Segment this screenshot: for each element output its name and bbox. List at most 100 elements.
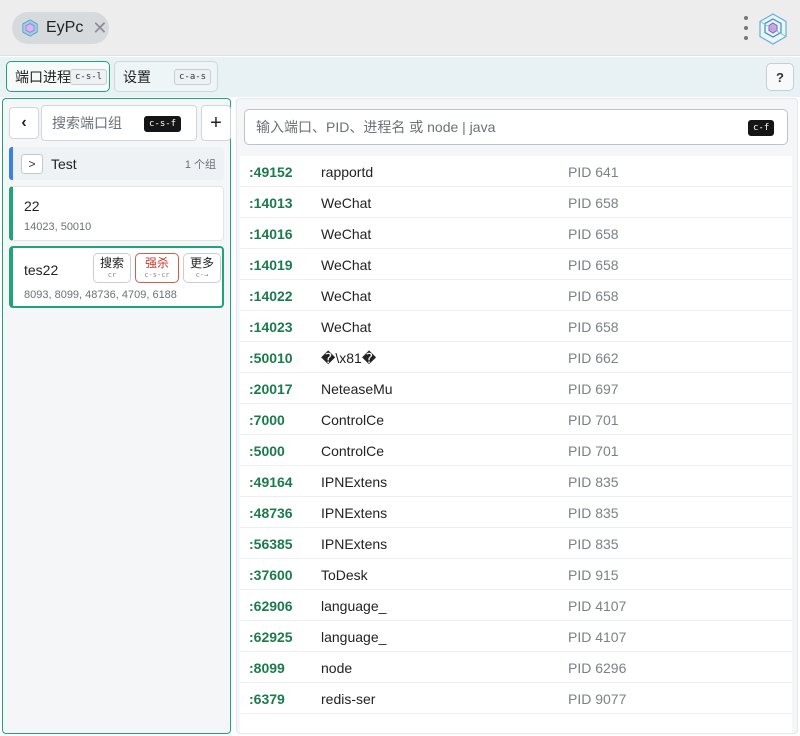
- group-name: tes22: [24, 262, 59, 278]
- port-row[interactable]: :7000 ControlCe PID 701: [240, 404, 792, 435]
- process-name: IPNExtens: [321, 505, 388, 521]
- process-pid: PID 697: [568, 381, 619, 397]
- process-name: language_: [321, 629, 387, 645]
- group-search-box: c-s-f: [41, 105, 197, 141]
- expand-button[interactable]: >: [21, 153, 43, 174]
- more-button[interactable]: 更多 c-→: [183, 253, 221, 283]
- port-row[interactable]: :56385 IPNExtens PID 835: [240, 528, 792, 559]
- process-pid: PID 835: [568, 536, 619, 552]
- group-card[interactable]: 22 14023, 50010: [9, 186, 224, 241]
- port-number: :48736: [249, 505, 293, 521]
- process-pid: PID 658: [568, 195, 619, 211]
- process-name: WeChat: [321, 195, 372, 211]
- process-pid: PID 9077: [568, 691, 627, 707]
- process-name: IPNExtens: [321, 474, 388, 490]
- port-list: :49152 rapportd PID 641 :14013 WeChat PID 658…: [240, 156, 792, 733]
- process-name: NeteaseMu: [321, 381, 393, 397]
- port-row[interactable]: :6379 redis-ser PID 9077: [240, 683, 792, 714]
- process-pid: PID 835: [568, 505, 619, 521]
- port-number: :14013: [249, 195, 293, 211]
- port-number: :62906: [249, 598, 293, 614]
- process-name: IPNExtens: [321, 536, 388, 552]
- port-row[interactable]: :20017 NeteaseMu PID 697: [240, 373, 792, 404]
- port-number: :6379: [249, 691, 285, 707]
- process-pid: PID 658: [568, 257, 619, 273]
- port-row[interactable]: :49164 IPNExtens PID 835: [240, 466, 792, 497]
- process-name: ToDesk: [321, 567, 368, 583]
- process-name: WeChat: [321, 319, 372, 335]
- add-group-button[interactable]: +: [201, 105, 231, 141]
- app-logo-icon: [759, 13, 787, 45]
- shortcut-badge: c-a-s: [174, 69, 212, 85]
- back-button[interactable]: ‹: [9, 107, 39, 139]
- process-pid: PID 658: [568, 288, 619, 304]
- folder-count: 1 个组: [184, 158, 216, 171]
- port-row[interactable]: :50010 �\x81� PID 662: [240, 342, 792, 373]
- process-name: WeChat: [321, 257, 372, 273]
- group-ports: 14023, 50010: [24, 221, 92, 233]
- port-row[interactable]: :5000 ControlCe PID 701: [240, 435, 792, 466]
- shortcut-badge: c-f: [748, 120, 775, 136]
- port-number: :49164: [249, 474, 293, 490]
- port-number: :37600: [249, 567, 293, 583]
- shortcut-badge: c-s-l: [70, 69, 108, 85]
- process-pid: PID 4107: [568, 598, 627, 614]
- port-number: :8099: [249, 660, 285, 676]
- process-pid: PID 662: [568, 350, 619, 366]
- close-tab-icon[interactable]: ✕: [92, 19, 107, 37]
- process-pid: PID 6296: [568, 660, 627, 676]
- process-name: �\x81�: [321, 350, 377, 366]
- port-row[interactable]: :62906 language_ PID 4107: [240, 590, 792, 621]
- port-row[interactable]: :14016 WeChat PID 658: [240, 218, 792, 249]
- app-title: EyPc: [46, 19, 84, 36]
- port-row[interactable]: :14022 WeChat PID 658: [240, 280, 792, 311]
- port-row[interactable]: :14023 WeChat PID 658: [240, 311, 792, 342]
- port-number: :20017: [249, 381, 293, 397]
- process-name: redis-ser: [321, 691, 376, 707]
- tab-port-process[interactable]: 端口进程 c-s-l: [6, 61, 110, 92]
- folder-name: Test: [51, 155, 77, 172]
- port-row[interactable]: :48736 IPNExtens PID 835: [240, 497, 792, 528]
- process-pid: PID 915: [568, 567, 619, 583]
- port-row[interactable]: :49152 rapportd PID 641: [240, 156, 792, 187]
- title-bar: EyPc ✕: [0, 0, 800, 56]
- help-button[interactable]: ?: [766, 63, 794, 91]
- port-number: :14016: [249, 226, 293, 242]
- port-number: :56385: [249, 536, 293, 552]
- group-ports: 8093, 8099, 48736, 4709, 6188: [24, 289, 177, 301]
- search-group-button[interactable]: 搜索 cr: [93, 253, 131, 283]
- force-kill-button[interactable]: 强杀 c-s-cr: [135, 253, 179, 283]
- port-row[interactable]: :14013 WeChat PID 658: [240, 187, 792, 218]
- ports-panel: c-f :49152 rapportd PID 641 :14013 WeChat PID…: [236, 98, 798, 734]
- port-number: :62925: [249, 629, 293, 645]
- port-search-box: c-f: [244, 109, 788, 145]
- port-number: :5000: [249, 443, 285, 459]
- group-folder[interactable]: > Test 1 个组: [9, 147, 224, 180]
- port-row[interactable]: :62925 language_ PID 4107: [240, 621, 792, 652]
- port-row[interactable]: :8099 node PID 6296: [240, 652, 792, 683]
- port-number: :14022: [249, 288, 293, 304]
- port-row[interactable]: :14019 WeChat PID 658: [240, 249, 792, 280]
- tab-settings[interactable]: 设置 c-a-s: [114, 61, 218, 92]
- kebab-menu-icon[interactable]: [742, 16, 750, 40]
- port-search-input[interactable]: [245, 110, 787, 144]
- port-number: :49152: [249, 164, 293, 180]
- process-name: WeChat: [321, 226, 372, 242]
- port-row[interactable]: :37600 ToDesk PID 915: [240, 559, 792, 590]
- tab-label: 端口进程: [15, 68, 71, 85]
- group-name: 22: [24, 198, 40, 214]
- process-name: language_: [321, 598, 387, 614]
- process-name: ControlCe: [321, 443, 385, 459]
- port-number: :14019: [249, 257, 293, 273]
- group-card-selected[interactable]: tes22 搜索 cr 强杀 c-s-cr 更多 c-→ 8093, 8099,…: [9, 246, 224, 308]
- process-pid: PID 4107: [568, 629, 627, 645]
- process-name: node: [321, 660, 353, 676]
- process-name: ControlCe: [321, 412, 385, 428]
- tab-bar: 端口进程 c-s-l 设置 c-a-s ?: [0, 57, 800, 97]
- process-pid: PID 835: [568, 474, 619, 490]
- process-pid: PID 658: [568, 319, 619, 335]
- app-tab[interactable]: EyPc ✕: [12, 12, 109, 44]
- port-number: :7000: [249, 412, 285, 428]
- process-pid: PID 701: [568, 412, 619, 428]
- shortcut-badge: c-s-f: [144, 116, 182, 132]
